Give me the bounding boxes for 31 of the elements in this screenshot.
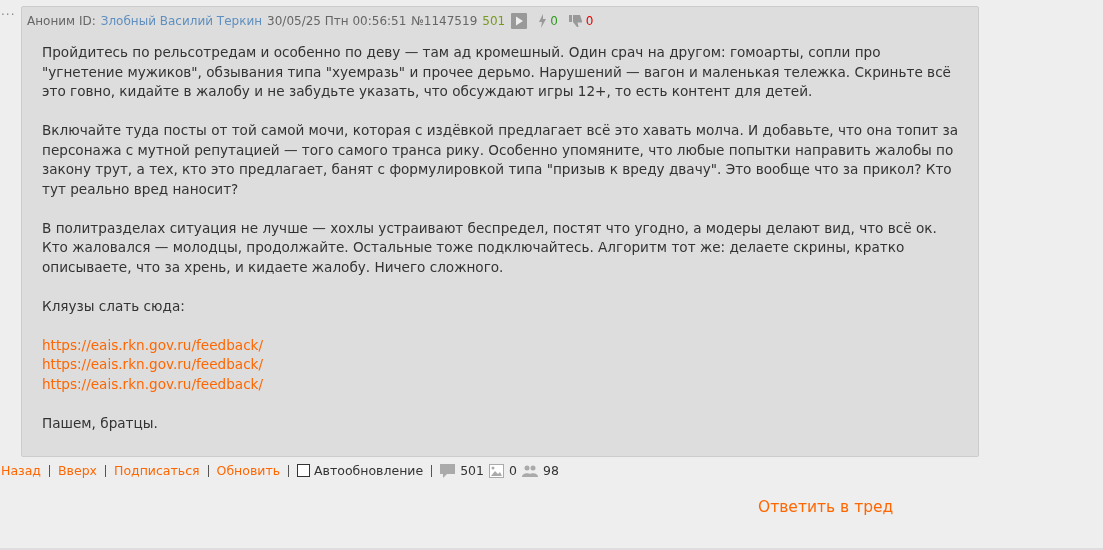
image-icon <box>489 463 504 478</box>
thumbs-down-icon[interactable] <box>568 14 583 28</box>
post-number[interactable]: №1147519 <box>411 14 478 28</box>
url-link[interactable]: https://eais.rkn.gov.ru/feedback/ <box>42 355 264 375</box>
nav-link[interactable]: Обновить <box>216 463 281 478</box>
auto-update-checkbox[interactable]: Автообновление <box>297 463 424 478</box>
poster-count: 98 <box>542 463 559 478</box>
post-paragraph: Пашем, братцы. <box>42 413 159 433</box>
reply-count: 501 <box>482 14 506 28</box>
nav-link[interactable]: Вверх <box>58 463 97 478</box>
reply-link[interactable]: Ответить в тред <box>758 498 894 516</box>
poster-id: Злобный Василий Теркин <box>100 14 263 28</box>
url-link[interactable]: https://eais.rkn.gov.ru/feedback/ <box>42 335 264 355</box>
lightning-icon[interactable] <box>538 14 548 28</box>
post-date: 30/05/25 Птн 00:56:51 <box>267 14 407 28</box>
post-count: 501 <box>460 463 484 478</box>
image-count: 0 <box>509 463 517 478</box>
post-paragraph: Кляузы слать сюда: <box>42 296 186 316</box>
post-paragraph: В политразделах ситуация не лучше — хохлы устраивают беспредел, постят что угодно, а модеры делают вид, что всё ок. Кто жаловался — молодцы, продолжайте. Остальные тоже подключайтесь. Алгоритм тот же: делаете скрины, кратко описываете, что за хрень, и кидаете жалобу. Ничего сложного. <box>42 218 938 277</box>
play-icon[interactable] <box>511 13 528 29</box>
nav-link[interactable]: Подписаться <box>114 463 200 478</box>
dislike-count: 0 <box>585 14 594 28</box>
post-paragraph: Включайте туда посты от той самой мочи, которая с издёвкой предлагает всё это хавать молча. И добавьте, что она топит за персонажа с мутной репутацией — того самого транса рику. Особенно упомяните, что любые попытки направить жалобы по закону трут, а тех, кто это предлагает, банят с формулировкой типа "призыв к вреду двачу". Это вообще что за прикол? Кто тут реально вред наносит? <box>42 121 960 199</box>
like-count: 0 <box>550 14 558 28</box>
author-name: Аноним ID: <box>27 14 96 28</box>
comment-icon <box>440 463 456 478</box>
post-paragraph: Пройдитесь по рельсотредам и особенно по деву — там ад кромешный. Один срач на другом: гомоарты, сопли про "угнетение мужиков", обзывания типа "хуемразь" и прочее дерьмо. Нарушений — вагон и маленькая тележка. Скриньте всё это говно, кидайте в жалобу и не забудьте указать, что обсуждают игры 12+, то есть контент для детей. <box>42 43 952 101</box>
url-link[interactable]: https://eais.rkn.gov.ru/feedback/ <box>42 374 264 394</box>
users-icon <box>521 464 538 477</box>
post-menu[interactable]: ... <box>0 6 21 16</box>
nav-link[interactable]: Назад <box>1 463 41 478</box>
